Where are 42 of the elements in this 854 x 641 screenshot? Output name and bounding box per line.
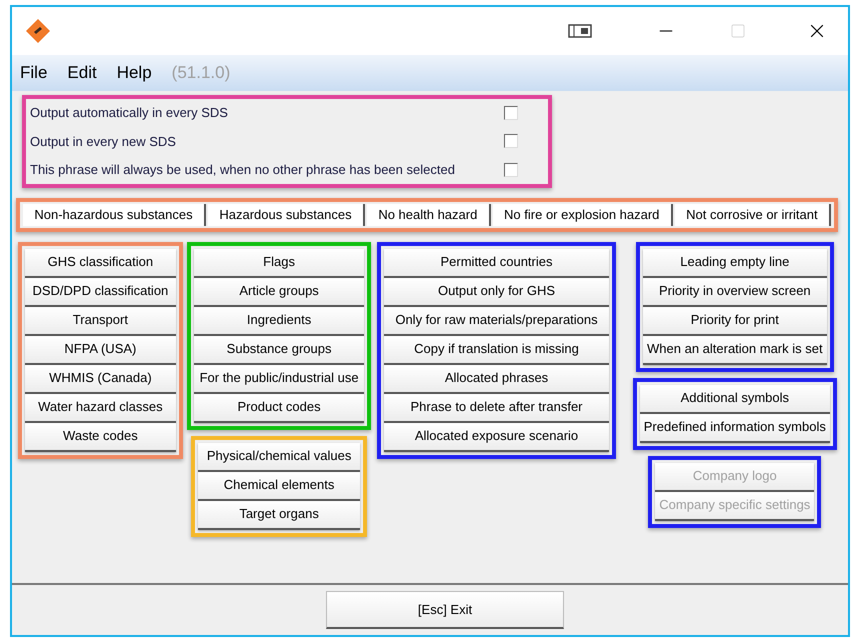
option-button[interactable]: Substance groups — [194, 336, 364, 364]
option-button[interactable]: Transport — [25, 306, 176, 336]
option-button[interactable]: Article groups — [194, 278, 364, 306]
option-button[interactable]: NFPA (USA) — [25, 336, 176, 364]
menu-item[interactable]: Help — [116, 60, 152, 86]
option-button[interactable]: Priority for print — [643, 306, 827, 336]
menu-item[interactable]: File — [20, 60, 48, 86]
option-button[interactable]: GHS classification — [25, 248, 176, 278]
option-button[interactable]: For the public/industrial use — [194, 364, 364, 394]
option-button[interactable]: Waste codes — [25, 422, 176, 452]
option-button[interactable]: Predefined information symbols — [640, 414, 830, 442]
version-label: (51.1.0) — [172, 62, 230, 84]
option-button[interactable]: Copy if translation is missing — [384, 336, 609, 364]
option-button[interactable]: Water hazard classes — [25, 394, 176, 422]
option-button[interactable]: Additional symbols — [640, 384, 830, 414]
filter-tab[interactable]: Non-hazardous substances — [23, 204, 206, 226]
option-button[interactable]: Chemical elements — [198, 472, 360, 500]
option-button[interactable]: Flags — [194, 248, 364, 278]
option-label: Output in every new SDS — [30, 132, 176, 151]
option-button[interactable]: Target organs — [198, 500, 360, 530]
filter-tab[interactable]: Not corrosive or irritant — [674, 204, 831, 226]
option-button[interactable]: Only for raw materials/preparations — [384, 306, 609, 336]
option-button[interactable]: Leading empty line — [643, 248, 827, 278]
filter-tab[interactable]: No health hazard — [366, 204, 491, 226]
filter-tab[interactable]: Hazardous substances — [208, 204, 365, 226]
option-button[interactable]: Priority in overview screen — [643, 278, 827, 306]
filter-tab[interactable]: No fire or explosion hazard — [492, 204, 673, 226]
option-button[interactable]: Output only for GHS — [384, 278, 609, 306]
option-button[interactable]: DSD/DPD classification — [25, 278, 176, 306]
option-button[interactable]: Allocated exposure scenario — [384, 422, 609, 452]
option-button[interactable]: When an alteration mark is set — [643, 336, 827, 364]
option-button[interactable]: WHMIS (Canada) — [25, 364, 176, 394]
menu-item[interactable]: Edit — [67, 60, 97, 86]
option-button[interactable]: Permitted countries — [384, 248, 609, 278]
option-button[interactable]: Allocated phrases — [384, 364, 609, 394]
option-button[interactable]: Physical/chemical values — [198, 442, 360, 472]
exit-button[interactable]: [Esc] Exit — [326, 591, 564, 629]
option-label: This phrase will always be used, when no other phrase has been selected — [30, 161, 455, 179]
option-button[interactable]: Product codes — [194, 394, 364, 422]
option-label: Output automatically in every SDS — [30, 104, 228, 122]
option-button[interactable]: Phrase to delete after transfer — [384, 394, 609, 422]
option-button[interactable]: Ingredients — [194, 306, 364, 336]
